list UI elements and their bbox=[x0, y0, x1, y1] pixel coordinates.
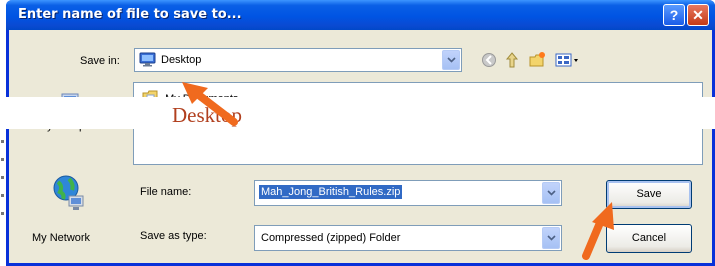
save-as-type-label: Save as type: bbox=[140, 230, 207, 242]
help-button[interactable]: ? bbox=[663, 4, 685, 26]
title-bar[interactable]: Enter name of file to save to... ? ✕ bbox=[6, 0, 715, 30]
save-in-dropdown-button[interactable] bbox=[442, 50, 460, 70]
help-icon: ? bbox=[669, 7, 679, 23]
annotation-band bbox=[6, 97, 715, 129]
save-as-type-dropdown-button[interactable] bbox=[542, 227, 560, 249]
close-button[interactable]: ✕ bbox=[687, 4, 709, 26]
back-icon[interactable] bbox=[481, 51, 497, 69]
save-in-label: Save in: bbox=[80, 55, 120, 67]
file-name-label: File name: bbox=[140, 186, 192, 198]
file-name-value[interactable]: Mah_Jong_British_Rules.zip bbox=[259, 185, 403, 199]
annotation-arrow-icon bbox=[182, 82, 238, 126]
file-name-dropdown-button[interactable] bbox=[542, 182, 560, 204]
desktop-icon bbox=[139, 52, 156, 67]
chevron-down-icon bbox=[546, 190, 556, 196]
save-button[interactable]: Save bbox=[606, 180, 692, 209]
dialog-title: Enter name of file to save to... bbox=[18, 7, 242, 22]
views-menu-icon[interactable] bbox=[555, 51, 581, 69]
annotation-arrow-icon bbox=[582, 202, 614, 260]
chevron-down-icon bbox=[546, 235, 556, 241]
close-icon: ✕ bbox=[692, 7, 704, 23]
new-folder-icon[interactable] bbox=[529, 51, 546, 69]
cancel-button[interactable]: Cancel bbox=[606, 224, 692, 253]
network-globe-icon[interactable] bbox=[49, 174, 87, 216]
file-name-input[interactable]: Mah_Jong_British_Rules.zip bbox=[254, 180, 562, 206]
save-in-dropdown[interactable]: Desktop bbox=[134, 48, 462, 72]
up-folder-icon[interactable] bbox=[505, 51, 519, 69]
place-my-network[interactable]: My Network bbox=[32, 232, 90, 244]
save-in-value: Desktop bbox=[161, 54, 202, 66]
chevron-down-icon bbox=[446, 57, 456, 63]
save-as-type-value: Compressed (zipped) Folder bbox=[261, 232, 401, 244]
save-as-type-select[interactable]: Compressed (zipped) Folder bbox=[254, 225, 562, 251]
